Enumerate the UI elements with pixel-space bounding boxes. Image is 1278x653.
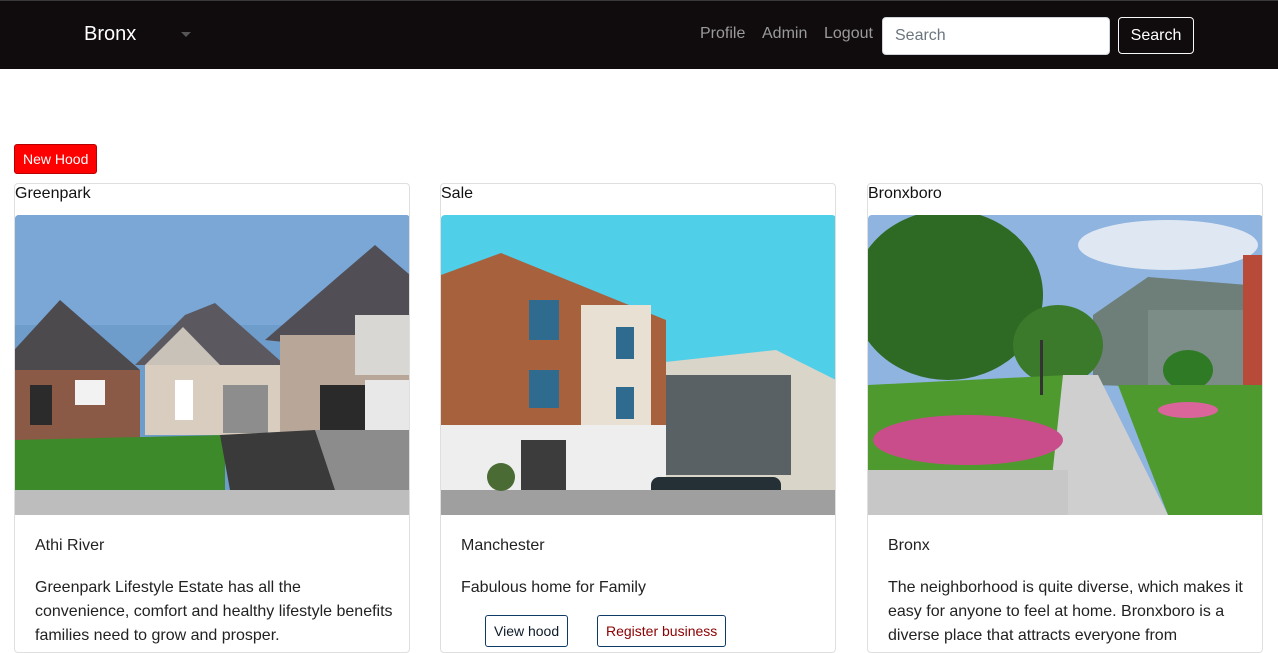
nav-link-profile[interactable]: Profile [700, 25, 745, 43]
search-button[interactable]: Search [1118, 17, 1194, 54]
card-title: Bronxboro [868, 185, 942, 202]
hood-image [15, 215, 409, 515]
new-hood-button[interactable]: New Hood [14, 144, 98, 174]
hood-image [868, 215, 1262, 515]
hood-card-greenpark: Greenpark Athi River Greenpark Lifestyle… [14, 183, 410, 653]
hood-image [441, 215, 835, 515]
card-location: Bronx [888, 537, 930, 554]
card-description: Greenpark Lifestyle Estate has all the c… [35, 579, 393, 644]
card-title: Sale [441, 185, 474, 202]
chevron-down-icon[interactable] [181, 32, 191, 37]
card-location: Athi River [35, 537, 105, 554]
card-description: Fabulous home for Family [461, 579, 646, 596]
view-hood-button[interactable]: View hood [485, 615, 569, 647]
card-description: The neighborhood is quite diverse, which… [888, 579, 1243, 644]
card-title: Greenpark [15, 185, 91, 202]
card-location: Manchester [461, 537, 545, 554]
register-business-button[interactable]: Register business [597, 615, 727, 647]
search-input[interactable] [882, 17, 1110, 55]
nav-link-admin[interactable]: Admin [762, 25, 807, 43]
hood-card-sale: Sale Manchester Fabulous home for Family… [440, 183, 836, 653]
brand-logo[interactable]: Bronx [84, 23, 136, 46]
nav-link-logout[interactable]: Logout [824, 25, 873, 43]
top-navbar: Bronx Profile Admin Logout Search [0, 0, 1278, 69]
hood-card-bronxboro: Bronxboro Bronx The neighborhood is quit [867, 183, 1263, 653]
